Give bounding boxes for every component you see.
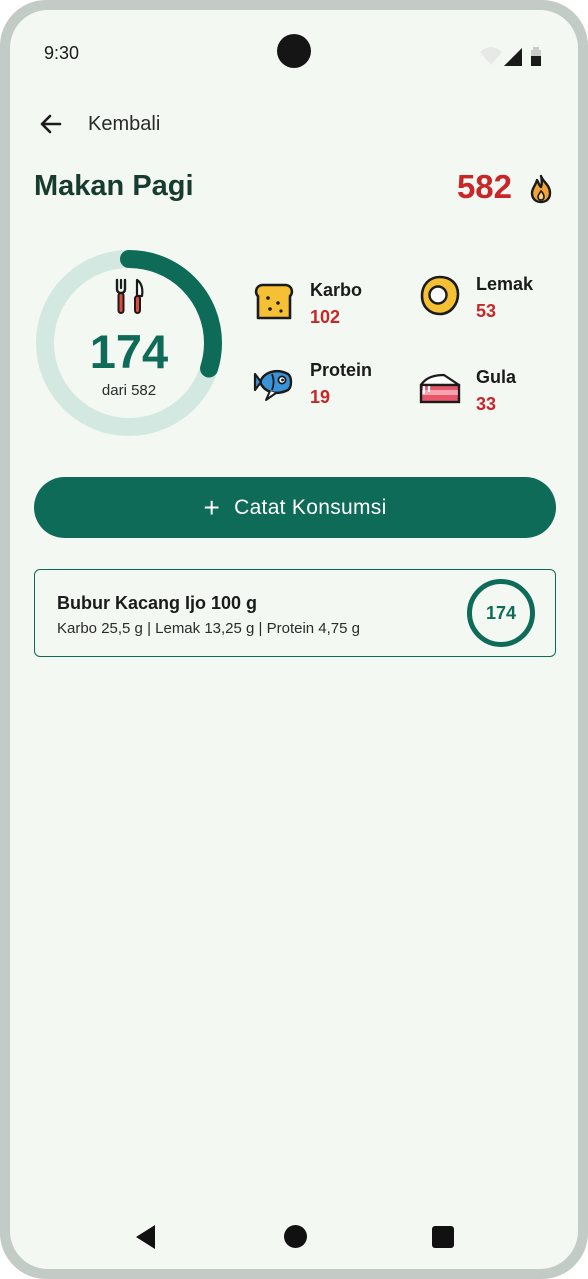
status-icons: [480, 44, 550, 68]
nav-home-icon[interactable]: [284, 1225, 307, 1248]
macro-karbo: Karbo 102: [252, 280, 372, 330]
camera-cutout: [277, 34, 311, 68]
macro-name: Lemak: [476, 274, 534, 294]
status-time: 9:30: [44, 43, 80, 63]
calorie-progress-ring: 174 dari 582: [34, 248, 224, 438]
macro-protein: Protein 19: [252, 360, 382, 410]
page-title: Makan Pagi: [34, 170, 194, 202]
fish-icon: [252, 360, 296, 404]
food-list-item[interactable]: Bubur Kacang Ijo 100 g Karbo 25,5 g | Le…: [34, 569, 556, 657]
macro-lemak: Lemak 53: [418, 274, 548, 324]
system-nav-bar: [10, 1218, 578, 1258]
macro-value: 53: [476, 301, 497, 321]
cake-icon: [418, 367, 462, 411]
calorie-target-label: dari 582: [101, 382, 157, 399]
macro-value: 33: [476, 394, 497, 414]
food-name: Bubur Kacang Ijo 100 g: [57, 593, 258, 613]
plus-icon: +: [203, 491, 221, 523]
nav-recent-icon[interactable]: [432, 1226, 454, 1248]
nav-back-icon[interactable]: [135, 1224, 157, 1250]
add-consumption-button[interactable]: + Catat Konsumsi: [34, 477, 556, 538]
macro-name: Karbo: [310, 280, 363, 300]
target-calories: 582: [456, 168, 512, 205]
back-button[interactable]: Kembali: [36, 108, 160, 140]
food-calories-badge: 174: [467, 579, 535, 647]
macro-gula: Gula 33: [418, 367, 548, 417]
signal-icon: [504, 48, 522, 66]
app-screen: 9:30 Kembali Makan Pagi 582 174 dari 582…: [10, 10, 578, 1269]
back-label[interactable]: Kembali: [88, 113, 160, 136]
arrow-left-icon[interactable]: [36, 109, 66, 139]
macro-name: Gula: [476, 367, 517, 387]
consumed-calories: 174: [89, 325, 169, 378]
add-consumption-label: Catat Konsumsi: [234, 495, 387, 519]
utensils-icon: [113, 278, 145, 316]
fried-egg-icon: [418, 274, 462, 318]
macro-value: 19: [310, 387, 331, 407]
flame-icon: [528, 174, 554, 204]
battery-icon: [531, 47, 541, 66]
macro-value: 102: [310, 307, 341, 327]
wifi-icon: [480, 47, 502, 65]
bread-icon: [252, 280, 296, 324]
device-frame: 9:30 Kembali Makan Pagi 582 174 dari 582…: [0, 0, 588, 1279]
macro-name: Protein: [310, 360, 373, 380]
food-nutrition-detail: Karbo 25,5 g | Lemak 13,25 g | Protein 4…: [57, 620, 360, 637]
